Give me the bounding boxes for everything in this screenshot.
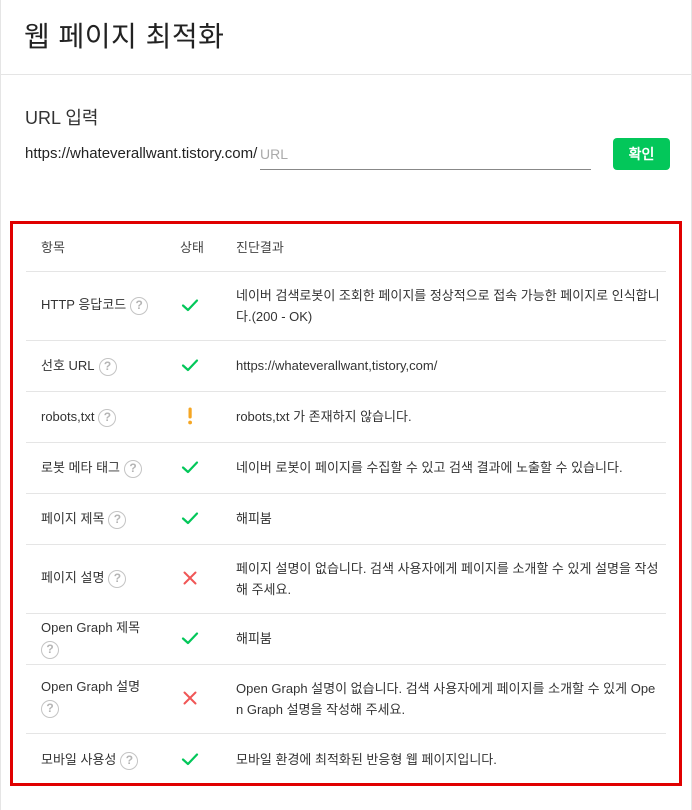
row-item: Open Graph 설명? (41, 677, 171, 718)
x-icon (179, 687, 201, 709)
check-icon (179, 627, 201, 649)
row-result: robots,txt 가 존재하지 않습니다. (236, 409, 412, 424)
row-item: HTTP 응답코드? (41, 295, 171, 315)
question-circle-icon[interactable]: ? (41, 641, 59, 659)
row-result: 네이버 로봇이 페이지를 수집할 수 있고 검색 결과에 노출할 수 있습니다. (236, 460, 623, 475)
row-result: Open Graph 설명이 없습니다. 검색 사용자에게 페이지를 소개할 수… (236, 681, 656, 717)
row-item: 페이지 설명? (41, 568, 171, 588)
check-icon (179, 294, 201, 316)
table-header: 항목 상태 진단결과 (26, 224, 666, 272)
header-result: 진단결과 (236, 240, 284, 255)
table-row: 선호 URL? https://whateverallwant,tistory,c… (26, 341, 666, 392)
question-circle-icon[interactable]: ? (98, 357, 117, 376)
row-item: 로봇 메타 태그? (41, 458, 171, 478)
check-icon (179, 507, 201, 529)
row-result: https://whateverallwant,tistory,com/ (236, 358, 438, 373)
row-item-label: 선호 URL (41, 358, 95, 373)
table-row: Open Graph 제목? 해피붐 (26, 614, 666, 665)
row-result: 모바일 환경에 최적화된 반응형 웹 페이지입니다. (236, 752, 497, 767)
x-icon (179, 567, 201, 589)
row-item: 페이지 제목? (41, 509, 171, 529)
row-item-label: HTTP 응답코드 (41, 297, 127, 312)
question-circle-icon[interactable]: ? (108, 569, 127, 588)
question-circle-icon[interactable]: ? (98, 408, 117, 427)
question-circle-icon[interactable]: ? (41, 700, 59, 718)
row-item-label: 로봇 메타 태그 (41, 460, 120, 475)
exclamation-icon (179, 405, 201, 427)
question-circle-icon[interactable]: ? (123, 459, 142, 478)
row-item-label: 모바일 사용성 (41, 752, 117, 767)
header-item: 항목 (41, 240, 65, 255)
page-frame: 웹 페이지 최적화 URL 입력 https://whateverallwant… (0, 0, 692, 810)
row-item-label: 페이지 제목 (41, 511, 105, 526)
row-item-label: Open Graph 제목 (41, 620, 141, 635)
table-row: 페이지 설명? 페이지 설명이 없습니다. 검색 사용자에게 페이지를 소개할 수… (26, 545, 666, 614)
check-icon (179, 748, 201, 770)
question-circle-icon[interactable]: ? (120, 751, 139, 770)
url-input[interactable] (260, 138, 591, 170)
row-item: 모바일 사용성? (41, 750, 171, 770)
row-result: 해피붐 (236, 631, 272, 646)
confirm-button[interactable]: 확인 (613, 138, 670, 170)
row-result: 네이버 검색로봇이 조회한 페이지를 정상적으로 접속 가능한 페이지로 인식합… (236, 288, 660, 324)
diagnosis-table: 항목 상태 진단결과 HTTP 응답코드? 네이버 검색로봇이 조회한 페이지를 … (10, 221, 682, 786)
row-item-label: robots,txt (41, 409, 95, 424)
row-item-label: 페이지 설명 (41, 570, 105, 585)
row-item: robots,txt? (41, 407, 171, 427)
url-section-label: URL 입력 (25, 108, 99, 128)
row-item-label: Open Graph 설명 (41, 679, 141, 694)
page-header: 웹 페이지 최적화 (1, 0, 692, 75)
check-icon (179, 456, 201, 478)
row-item: Open Graph 제목? (41, 618, 171, 659)
question-circle-icon[interactable]: ? (130, 296, 149, 315)
url-prefix: https://whateverallwant.tistory.com/ (25, 145, 258, 162)
table-row: robots,txt? robots,txt 가 존재하지 않습니다. (26, 392, 666, 443)
check-icon (179, 354, 201, 376)
page-title: 웹 페이지 최적화 (24, 21, 225, 52)
question-circle-icon[interactable]: ? (108, 510, 127, 529)
table-row: 페이지 제목? 해피붐 (26, 494, 666, 545)
header-status: 상태 (180, 240, 204, 255)
row-item: 선호 URL? (41, 356, 171, 376)
row-result: 페이지 설명이 없습니다. 검색 사용자에게 페이지를 소개할 수 있게 설명을… (236, 561, 659, 597)
table-row: 모바일 사용성? 모바일 환경에 최적화된 반응형 웹 페이지입니다. (26, 734, 666, 786)
row-result: 해피붐 (236, 511, 272, 526)
table-row: Open Graph 설명? Open Graph 설명이 없습니다. 검색 사용… (26, 665, 666, 734)
table-row: HTTP 응답코드? 네이버 검색로봇이 조회한 페이지를 정상적으로 접속 가능… (26, 272, 666, 341)
table-row: 로봇 메타 태그? 네이버 로봇이 페이지를 수집할 수 있고 검색 결과에 노출… (26, 443, 666, 494)
